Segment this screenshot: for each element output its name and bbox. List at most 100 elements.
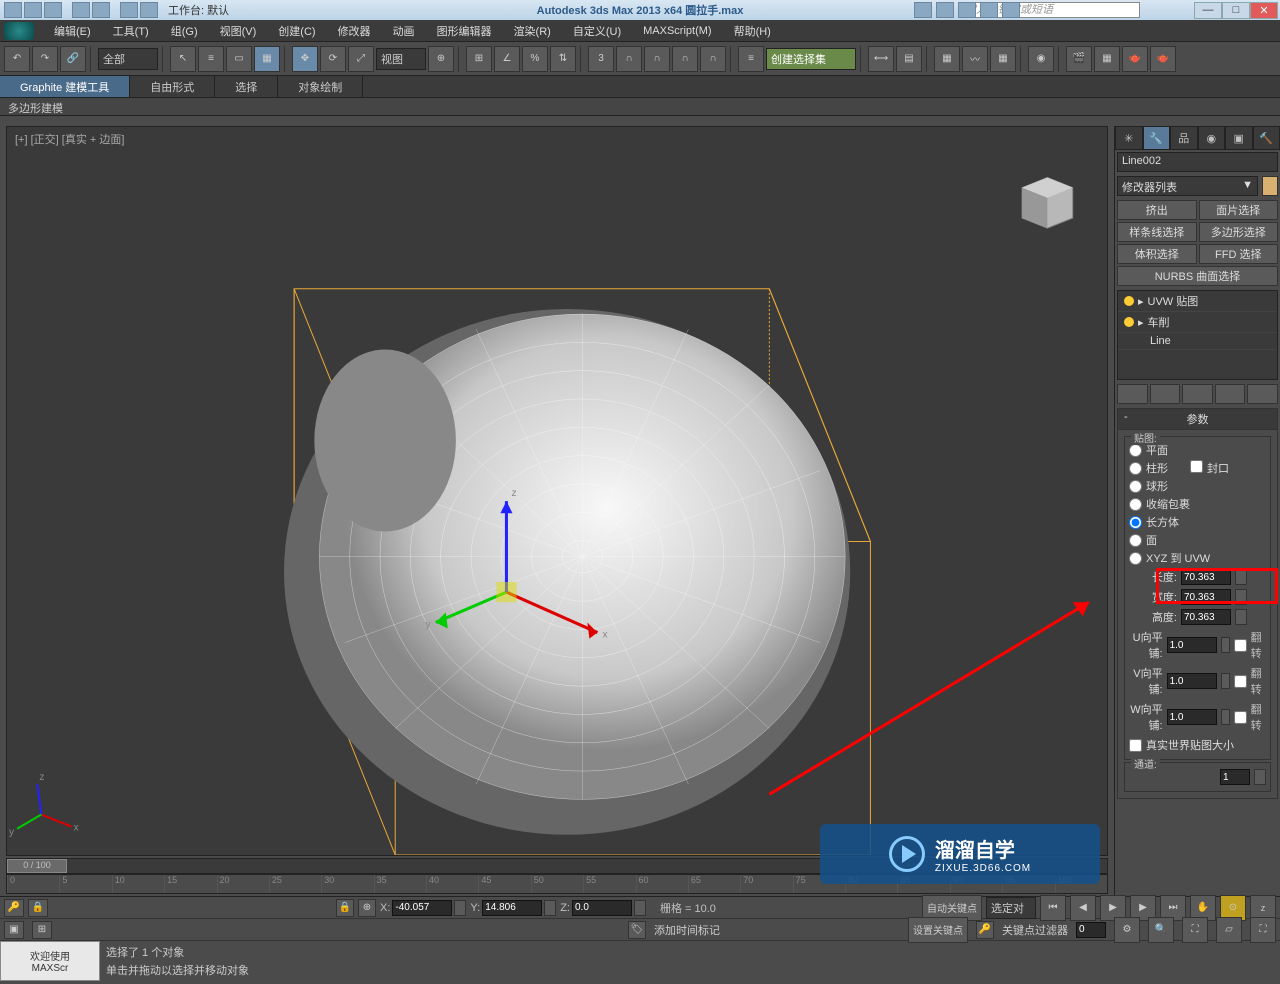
named-selection-dropdown[interactable]: 创建选择集 (766, 48, 856, 70)
rollout-header[interactable]: 参数 (1118, 409, 1277, 430)
align-button[interactable]: ▤ (896, 46, 922, 72)
coord-y-input[interactable] (482, 900, 542, 916)
spinner-snap[interactable]: ⇅ (550, 46, 576, 72)
viewport[interactable]: [+] [正交] [真实 + 边面] (6, 126, 1108, 856)
pivot-button[interactable]: ⊕ (428, 46, 454, 72)
configure-sets-icon[interactable] (1247, 384, 1278, 404)
undo-icon[interactable] (72, 2, 90, 18)
app-logo[interactable] (4, 22, 34, 40)
material-editor-button[interactable]: ◉ (1028, 46, 1054, 72)
height-spinner[interactable] (1181, 609, 1231, 625)
percent-snap[interactable]: % (522, 46, 548, 72)
wflip-check[interactable] (1234, 711, 1247, 724)
select-region-button[interactable]: ▭ (226, 46, 252, 72)
layer-icon[interactable] (140, 2, 158, 18)
stack-row[interactable]: ▸UVW 贴图 (1118, 291, 1277, 312)
width-spinner[interactable] (1181, 589, 1231, 605)
exchange-icon[interactable] (958, 2, 976, 18)
abs-icon[interactable]: ⊕ (358, 899, 376, 917)
create-tab-icon[interactable]: ✳ (1115, 126, 1143, 150)
splinesel-button[interactable]: 样条线选择 (1117, 222, 1197, 242)
radio-box[interactable]: 长方体 (1129, 513, 1266, 531)
timeconfig-icon[interactable]: ⚙ (1114, 917, 1140, 943)
radio-cylindrical[interactable]: 柱形 封口 (1129, 459, 1266, 477)
key-icon[interactable]: 🔑 (976, 921, 994, 939)
uflip-check[interactable] (1234, 639, 1247, 652)
spinner-arrows[interactable] (1235, 589, 1247, 605)
redo-button[interactable]: ↷ (32, 46, 58, 72)
addtime-label[interactable]: 添加时间标记 (654, 922, 720, 938)
close-button[interactable]: ✕ (1250, 2, 1278, 19)
workspace-dropdown[interactable]: 工作台: 默认 (168, 2, 229, 18)
menu-modifiers[interactable]: 修改器 (328, 23, 381, 39)
angle-snap[interactable]: ∠ (494, 46, 520, 72)
realworld-row[interactable]: 真实世界贴图大小 (1129, 735, 1266, 755)
polysel-button[interactable]: 多边形选择 (1199, 222, 1279, 242)
curve-editor-button[interactable]: 〰 (962, 46, 988, 72)
bulb-icon[interactable] (1124, 296, 1134, 306)
open-icon[interactable] (24, 2, 42, 18)
nav-max-icon[interactable]: ⛶ (1250, 917, 1276, 943)
hierarchy-tab-icon[interactable]: 品 (1170, 126, 1198, 150)
manage-sets-button[interactable]: ≡ (738, 46, 764, 72)
selection-filter[interactable]: 全部 (98, 48, 158, 70)
nav-zoomall-icon[interactable]: ⛶ (1182, 917, 1208, 943)
render-prod-button[interactable]: 🫖 (1150, 46, 1176, 72)
tab-graphite[interactable]: Graphite 建模工具 (0, 76, 130, 97)
modifier-list-dropdown[interactable]: 修改器列表▼ (1117, 176, 1258, 196)
keyfilter-label[interactable]: 关键点过滤器 (1002, 922, 1068, 938)
pin-stack-icon[interactable] (1117, 384, 1148, 404)
isolate-icon[interactable]: ▣ (4, 921, 24, 939)
menu-help[interactable]: 帮助(H) (724, 23, 781, 39)
nurbssel-button[interactable]: NURBS 曲面选择 (1117, 266, 1278, 286)
utilities-tab-icon[interactable]: 🔨 (1253, 126, 1280, 150)
rotate-button[interactable]: ⟳ (320, 46, 346, 72)
tab-selection[interactable]: 选择 (215, 76, 278, 97)
stack-row[interactable]: Line (1118, 333, 1277, 350)
ffdsel-button[interactable]: FFD 选择 (1199, 244, 1279, 264)
render-button[interactable]: 🫖 (1122, 46, 1148, 72)
refcoord-dropdown[interactable]: 视图 (376, 48, 426, 70)
length-spinner[interactable] (1181, 569, 1231, 585)
render-frame-button[interactable]: ▦ (1094, 46, 1120, 72)
channel-spinner[interactable] (1220, 769, 1250, 785)
spinner-arrows[interactable] (1235, 609, 1247, 625)
menu-customize[interactable]: 自定义(U) (563, 23, 631, 39)
vflip-check[interactable] (1234, 675, 1247, 688)
snap-o-button[interactable]: ∩ (700, 46, 726, 72)
snap-a-button[interactable]: ∩ (616, 46, 642, 72)
maximize-button[interactable]: □ (1222, 2, 1250, 19)
coord-x-input[interactable] (392, 900, 452, 916)
render-setup-button[interactable]: 🎬 (1066, 46, 1092, 72)
setkey-button[interactable]: 设置关键点 (908, 917, 968, 943)
keymode2-icon[interactable]: 🔒 (28, 899, 48, 917)
snap-s-button[interactable]: ∩ (672, 46, 698, 72)
frame-input[interactable] (1076, 922, 1106, 938)
volsel-button[interactable]: 体积选择 (1117, 244, 1197, 264)
timetag-icon[interactable]: 🏷 (628, 921, 646, 939)
menu-group[interactable]: 组(G) (161, 23, 208, 39)
stack-row[interactable]: ▸车削 (1118, 312, 1277, 333)
undo-button[interactable]: ↶ (4, 46, 30, 72)
new-icon[interactable] (4, 2, 22, 18)
menu-views[interactable]: 视图(V) (210, 23, 267, 39)
snap-p-button[interactable]: ∩ (644, 46, 670, 72)
display-tab-icon[interactable]: ▣ (1225, 126, 1253, 150)
selection-lock-icon[interactable]: ⊞ (32, 921, 52, 939)
polymodel-label[interactable]: 多边形建模 (8, 103, 63, 115)
radio-spherical[interactable]: 球形 (1129, 477, 1266, 495)
utile-spinner[interactable] (1167, 637, 1217, 653)
tab-objectpaint[interactable]: 对象绘制 (278, 76, 363, 97)
time-slider-thumb[interactable]: 0 / 100 (7, 859, 67, 873)
select-button[interactable]: ↖ (170, 46, 196, 72)
snap-toggle[interactable]: ⊞ (466, 46, 492, 72)
nav-fov-icon[interactable]: ▱ (1216, 917, 1242, 943)
vtile-spinner[interactable] (1167, 673, 1217, 689)
tab-freeform[interactable]: 自由形式 (130, 76, 215, 97)
menu-rendering[interactable]: 渲染(R) (504, 23, 561, 39)
modifier-stack[interactable]: ▸UVW 贴图 ▸车削 Line (1117, 290, 1278, 380)
redo-icon[interactable] (92, 2, 110, 18)
wtile-spinner[interactable] (1167, 709, 1217, 725)
link-button[interactable]: 🔗 (60, 46, 86, 72)
window-crossing-button[interactable]: ▦ (254, 46, 280, 72)
